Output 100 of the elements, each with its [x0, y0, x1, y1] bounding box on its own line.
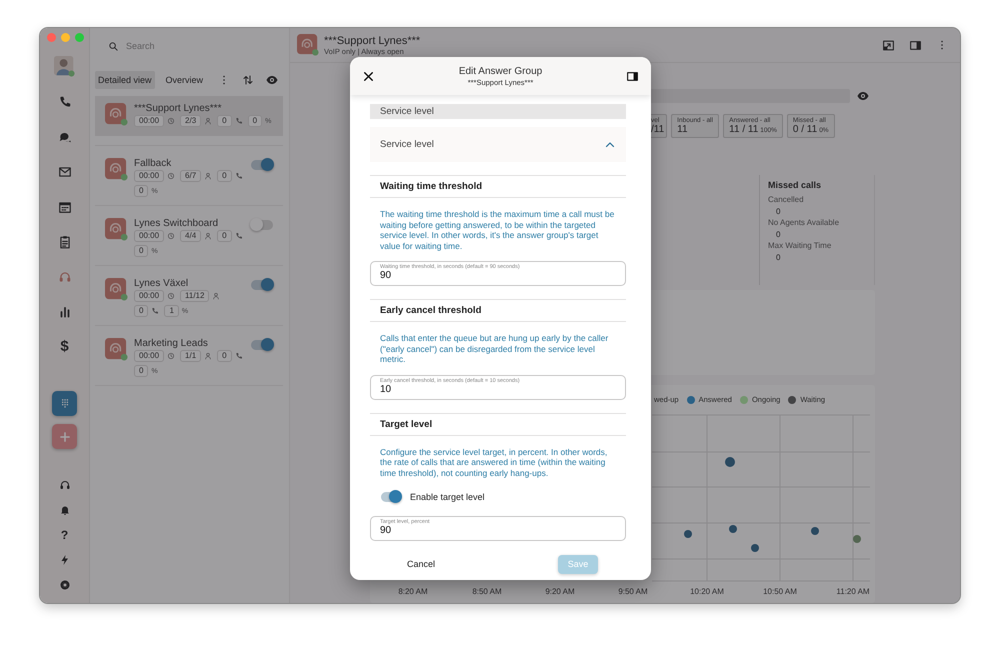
axis-label: 9:50 AM: [618, 587, 648, 596]
bell-icon[interactable]: [58, 504, 70, 516]
phone-icon: [234, 117, 243, 125]
plus-icon: [58, 430, 72, 444]
axis-label: 11:20 AM: [836, 587, 870, 596]
text-input[interactable]: 90: [380, 270, 616, 281]
panel-title: Missed calls: [768, 180, 822, 190]
metric-label: No Agents Available: [768, 218, 840, 227]
toggle-switch[interactable]: [251, 220, 273, 230]
text-input[interactable]: 90: [380, 525, 616, 536]
axis-label: 8:20 AM: [398, 587, 428, 596]
section-title: Service level: [380, 106, 434, 117]
mail-icon[interactable]: [58, 164, 72, 178]
picture-in-picture-icon[interactable]: [882, 38, 895, 52]
clock-icon: [167, 117, 176, 125]
person-icon: [204, 117, 212, 125]
phone-icon: [234, 232, 243, 240]
stat-value: 6/7: [180, 170, 202, 182]
data-point: [684, 530, 692, 538]
stat-value: 1: [164, 305, 179, 317]
headset-icon[interactable]: [58, 478, 70, 490]
bar-chart-icon[interactable]: [58, 304, 72, 318]
calendar-icon[interactable]: [58, 200, 72, 214]
metric-label: Cancelled: [768, 195, 804, 204]
data-point: [729, 525, 737, 533]
eye-icon[interactable]: [857, 90, 869, 102]
person-icon: [212, 292, 220, 300]
group-avatar-icon: [105, 103, 128, 126]
view-tab[interactable]: Detailed view: [95, 71, 155, 89]
clock-icon: [167, 352, 176, 360]
stat-value: 0: [248, 115, 262, 127]
settings-icon[interactable]: [58, 578, 70, 590]
stat-value: 11/12: [180, 290, 210, 302]
clipboard-icon[interactable]: [58, 234, 72, 248]
subsection-title: Early cancel threshold: [380, 305, 482, 316]
tile-value: 11 / 11: [729, 124, 758, 135]
axis-label: 9:20 AM: [545, 587, 575, 596]
group-name: Fallback: [134, 158, 172, 169]
search-field[interactable]: Search: [126, 41, 246, 51]
side-panel-icon[interactable]: [626, 70, 639, 82]
group-name: ***Support Lynes***: [134, 103, 222, 114]
search-icon: [108, 40, 119, 52]
axis-label: 10:50 AM: [763, 587, 797, 596]
phone-icon[interactable]: [58, 94, 72, 108]
group-name: Marketing Leads: [134, 338, 209, 349]
stat-value: 1/1: [180, 350, 202, 362]
bolt-icon[interactable]: [58, 554, 70, 566]
data-point: [725, 457, 735, 467]
clock-icon: [167, 172, 176, 180]
stat-value: 0: [134, 245, 148, 257]
toggle-switch[interactable]: [251, 280, 273, 290]
tile-value: 0 / 11: [792, 124, 818, 135]
stat-value: 00:00: [134, 115, 164, 127]
data-point: [751, 544, 759, 552]
stat-value: 0: [217, 350, 232, 362]
section-expander[interactable]: Service level: [370, 127, 626, 162]
group-avatar-icon: [105, 218, 128, 241]
phone-icon: [234, 352, 243, 360]
help-icon[interactable]: ?: [60, 528, 68, 540]
toggle-switch[interactable]: [251, 340, 273, 350]
person-icon: [204, 232, 212, 240]
sort-icon[interactable]: [242, 74, 254, 86]
close-icon[interactable]: [362, 70, 375, 82]
stat-value: 2/3: [180, 115, 202, 127]
phone-icon: [151, 307, 160, 315]
eye-icon[interactable]: [266, 74, 278, 86]
person-icon: [204, 352, 212, 360]
toggle-switch[interactable]: [251, 160, 273, 170]
user-avatar[interactable]: [54, 56, 75, 77]
phone-icon: [234, 172, 243, 180]
side-panel-icon[interactable]: [909, 38, 922, 52]
subsection-title: Waiting time threshold: [380, 181, 482, 192]
page-title: ***Support Lynes***: [324, 34, 420, 46]
text-input[interactable]: 10: [380, 384, 616, 394]
stat-value: 00:00: [134, 290, 164, 302]
view-tab[interactable]: Overview: [162, 71, 206, 89]
group-avatar-icon: [105, 338, 128, 361]
stat-value: 0: [134, 185, 148, 197]
toggle-label: Enable target level: [410, 492, 485, 502]
stat-value: 00:00: [134, 170, 164, 182]
subsection-title: Target level: [380, 418, 432, 430]
group-avatar-icon: [105, 278, 128, 301]
dialpad-button[interactable]: [52, 391, 77, 416]
tile-value: 11: [677, 124, 688, 135]
data-point: [811, 527, 819, 535]
axis-label: 10:20 AM: [690, 587, 724, 596]
group-name: Lynes Växel: [134, 278, 190, 289]
group-avatar-icon: [105, 158, 128, 181]
group-name: Lynes Switchboard: [134, 218, 220, 229]
toggle-switch[interactable]: [381, 492, 401, 502]
clock-icon: [167, 232, 176, 240]
group-avatar-icon: [297, 34, 319, 56]
metric-value: 0: [776, 253, 780, 262]
stat-value: 00:00: [134, 230, 164, 242]
tile-value: /11: [651, 124, 664, 135]
cancel-button[interactable]: Cancel: [403, 557, 440, 571]
dollar-icon[interactable]: $: [60, 338, 69, 356]
data-point: [853, 535, 861, 543]
person-icon: [204, 172, 212, 180]
dialog-title: Edit Answer Group: [458, 66, 542, 76]
